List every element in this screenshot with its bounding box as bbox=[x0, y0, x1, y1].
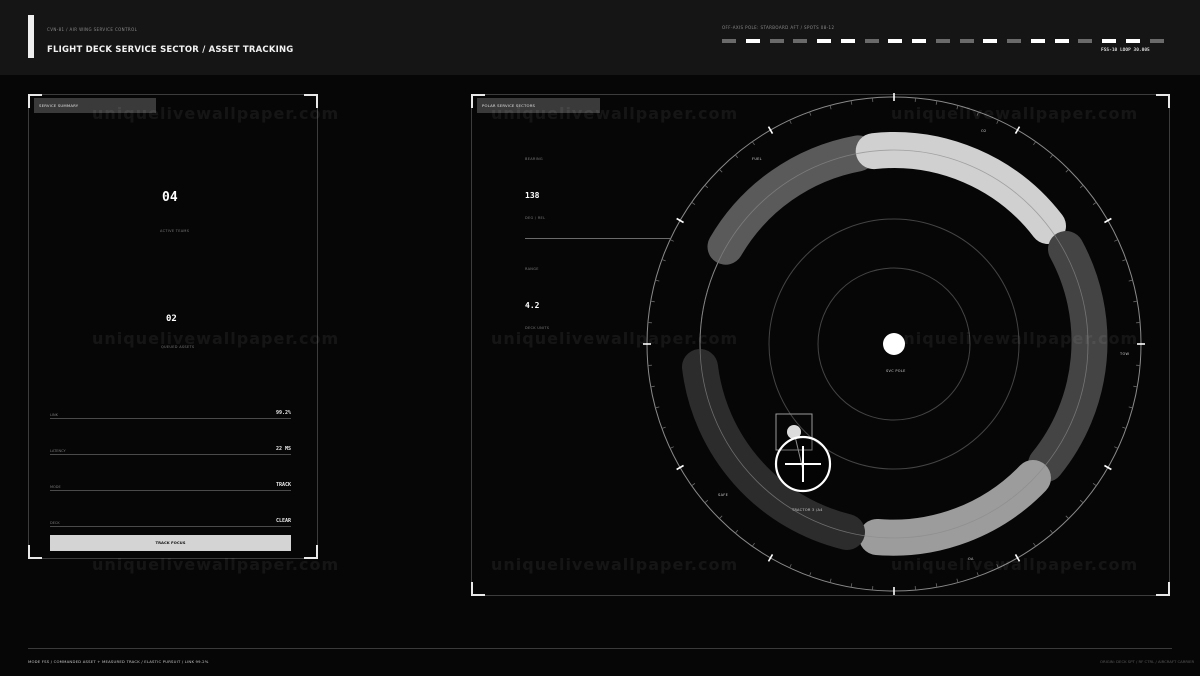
minor-tick bbox=[1122, 259, 1127, 262]
tracked-asset-label: TRACTOR 3 /A4 bbox=[792, 508, 823, 512]
sector-arc-o2[interactable] bbox=[855, 132, 1066, 244]
minor-tick bbox=[1114, 446, 1119, 449]
minor-tick bbox=[1065, 169, 1069, 173]
minor-tick bbox=[669, 239, 674, 242]
major-tick bbox=[767, 126, 774, 134]
sector-label-tow: TOW bbox=[1120, 352, 1130, 356]
minor-tick bbox=[1065, 515, 1069, 519]
minor-tick bbox=[850, 583, 853, 588]
watermark-text: uniquelivewallpaper.com bbox=[891, 555, 1139, 574]
minor-tick bbox=[1049, 529, 1054, 534]
minor-tick bbox=[935, 583, 938, 588]
watermark-text: uniquelivewallpaper.com bbox=[92, 555, 340, 574]
minor-tick bbox=[719, 515, 723, 519]
minor-tick bbox=[669, 446, 674, 449]
minor-tick bbox=[661, 426, 666, 429]
minor-tick bbox=[655, 279, 660, 282]
sector-arc-tow[interactable] bbox=[1028, 231, 1108, 482]
minor-tick bbox=[1128, 406, 1133, 409]
sector-label-fuel: FUEL bbox=[752, 157, 762, 161]
sector-label-safe: SAFE bbox=[718, 493, 729, 497]
minor-tick bbox=[704, 499, 709, 504]
watermark-text: uniquelivewallpaper.com bbox=[891, 329, 1139, 348]
watermark-text: uniquelivewallpaper.com bbox=[491, 329, 739, 348]
minor-tick bbox=[809, 111, 812, 116]
minor-tick bbox=[1133, 385, 1138, 388]
footer-divider bbox=[28, 648, 1172, 649]
minor-tick bbox=[1122, 426, 1127, 429]
minor-tick bbox=[809, 572, 812, 577]
watermark-text: uniquelivewallpaper.com bbox=[92, 329, 340, 348]
minor-tick bbox=[1049, 154, 1054, 159]
minor-tick bbox=[1133, 300, 1138, 303]
minor-tick bbox=[751, 542, 755, 547]
minor-tick bbox=[829, 105, 832, 110]
minor-tick bbox=[704, 184, 709, 189]
watermark-text: uniquelivewallpaper.com bbox=[891, 104, 1139, 123]
minor-tick bbox=[789, 119, 792, 124]
sector-arc-oa[interactable] bbox=[859, 460, 1051, 556]
minor-tick bbox=[1033, 542, 1037, 547]
minor-tick bbox=[1114, 239, 1119, 242]
minor-tick bbox=[691, 201, 696, 205]
minor-tick bbox=[751, 141, 755, 146]
major-tick bbox=[1014, 126, 1021, 134]
watermark-text: uniquelivewallpaper.com bbox=[491, 555, 739, 574]
minor-tick bbox=[1092, 201, 1097, 205]
minor-tick bbox=[661, 259, 666, 262]
minor-tick bbox=[1079, 184, 1084, 189]
minor-tick bbox=[655, 406, 660, 409]
minor-tick bbox=[1092, 483, 1097, 487]
minor-tick bbox=[1128, 279, 1133, 282]
minor-tick bbox=[1079, 499, 1084, 504]
minor-tick bbox=[719, 169, 723, 173]
minor-tick bbox=[691, 483, 696, 487]
watermark-text: uniquelivewallpaper.com bbox=[92, 104, 340, 123]
minor-tick bbox=[789, 564, 792, 569]
major-tick bbox=[1104, 464, 1112, 471]
minor-tick bbox=[650, 385, 655, 388]
minor-tick bbox=[650, 300, 655, 303]
minor-tick bbox=[956, 578, 959, 583]
minor-tick bbox=[850, 100, 853, 105]
minor-tick bbox=[734, 529, 739, 534]
minor-tick bbox=[829, 578, 832, 583]
footer-origin-readout: ORIGIN: DECK SPT / RF CTRL / AIRCRAFT CA… bbox=[1100, 659, 1195, 664]
watermark-text: uniquelivewallpaper.com bbox=[491, 104, 739, 123]
service-pole-label: SVC POLE bbox=[886, 369, 906, 373]
sector-label-o2: O2 bbox=[981, 129, 987, 133]
minor-tick bbox=[734, 154, 739, 159]
minor-tick bbox=[1033, 141, 1037, 146]
major-tick bbox=[676, 464, 684, 471]
major-tick bbox=[767, 554, 774, 562]
major-tick bbox=[1104, 217, 1112, 224]
major-tick bbox=[676, 217, 684, 224]
footer-mode-readout: MODE FSS / COMMANDED ASSET + MEASURED TR… bbox=[28, 659, 209, 664]
